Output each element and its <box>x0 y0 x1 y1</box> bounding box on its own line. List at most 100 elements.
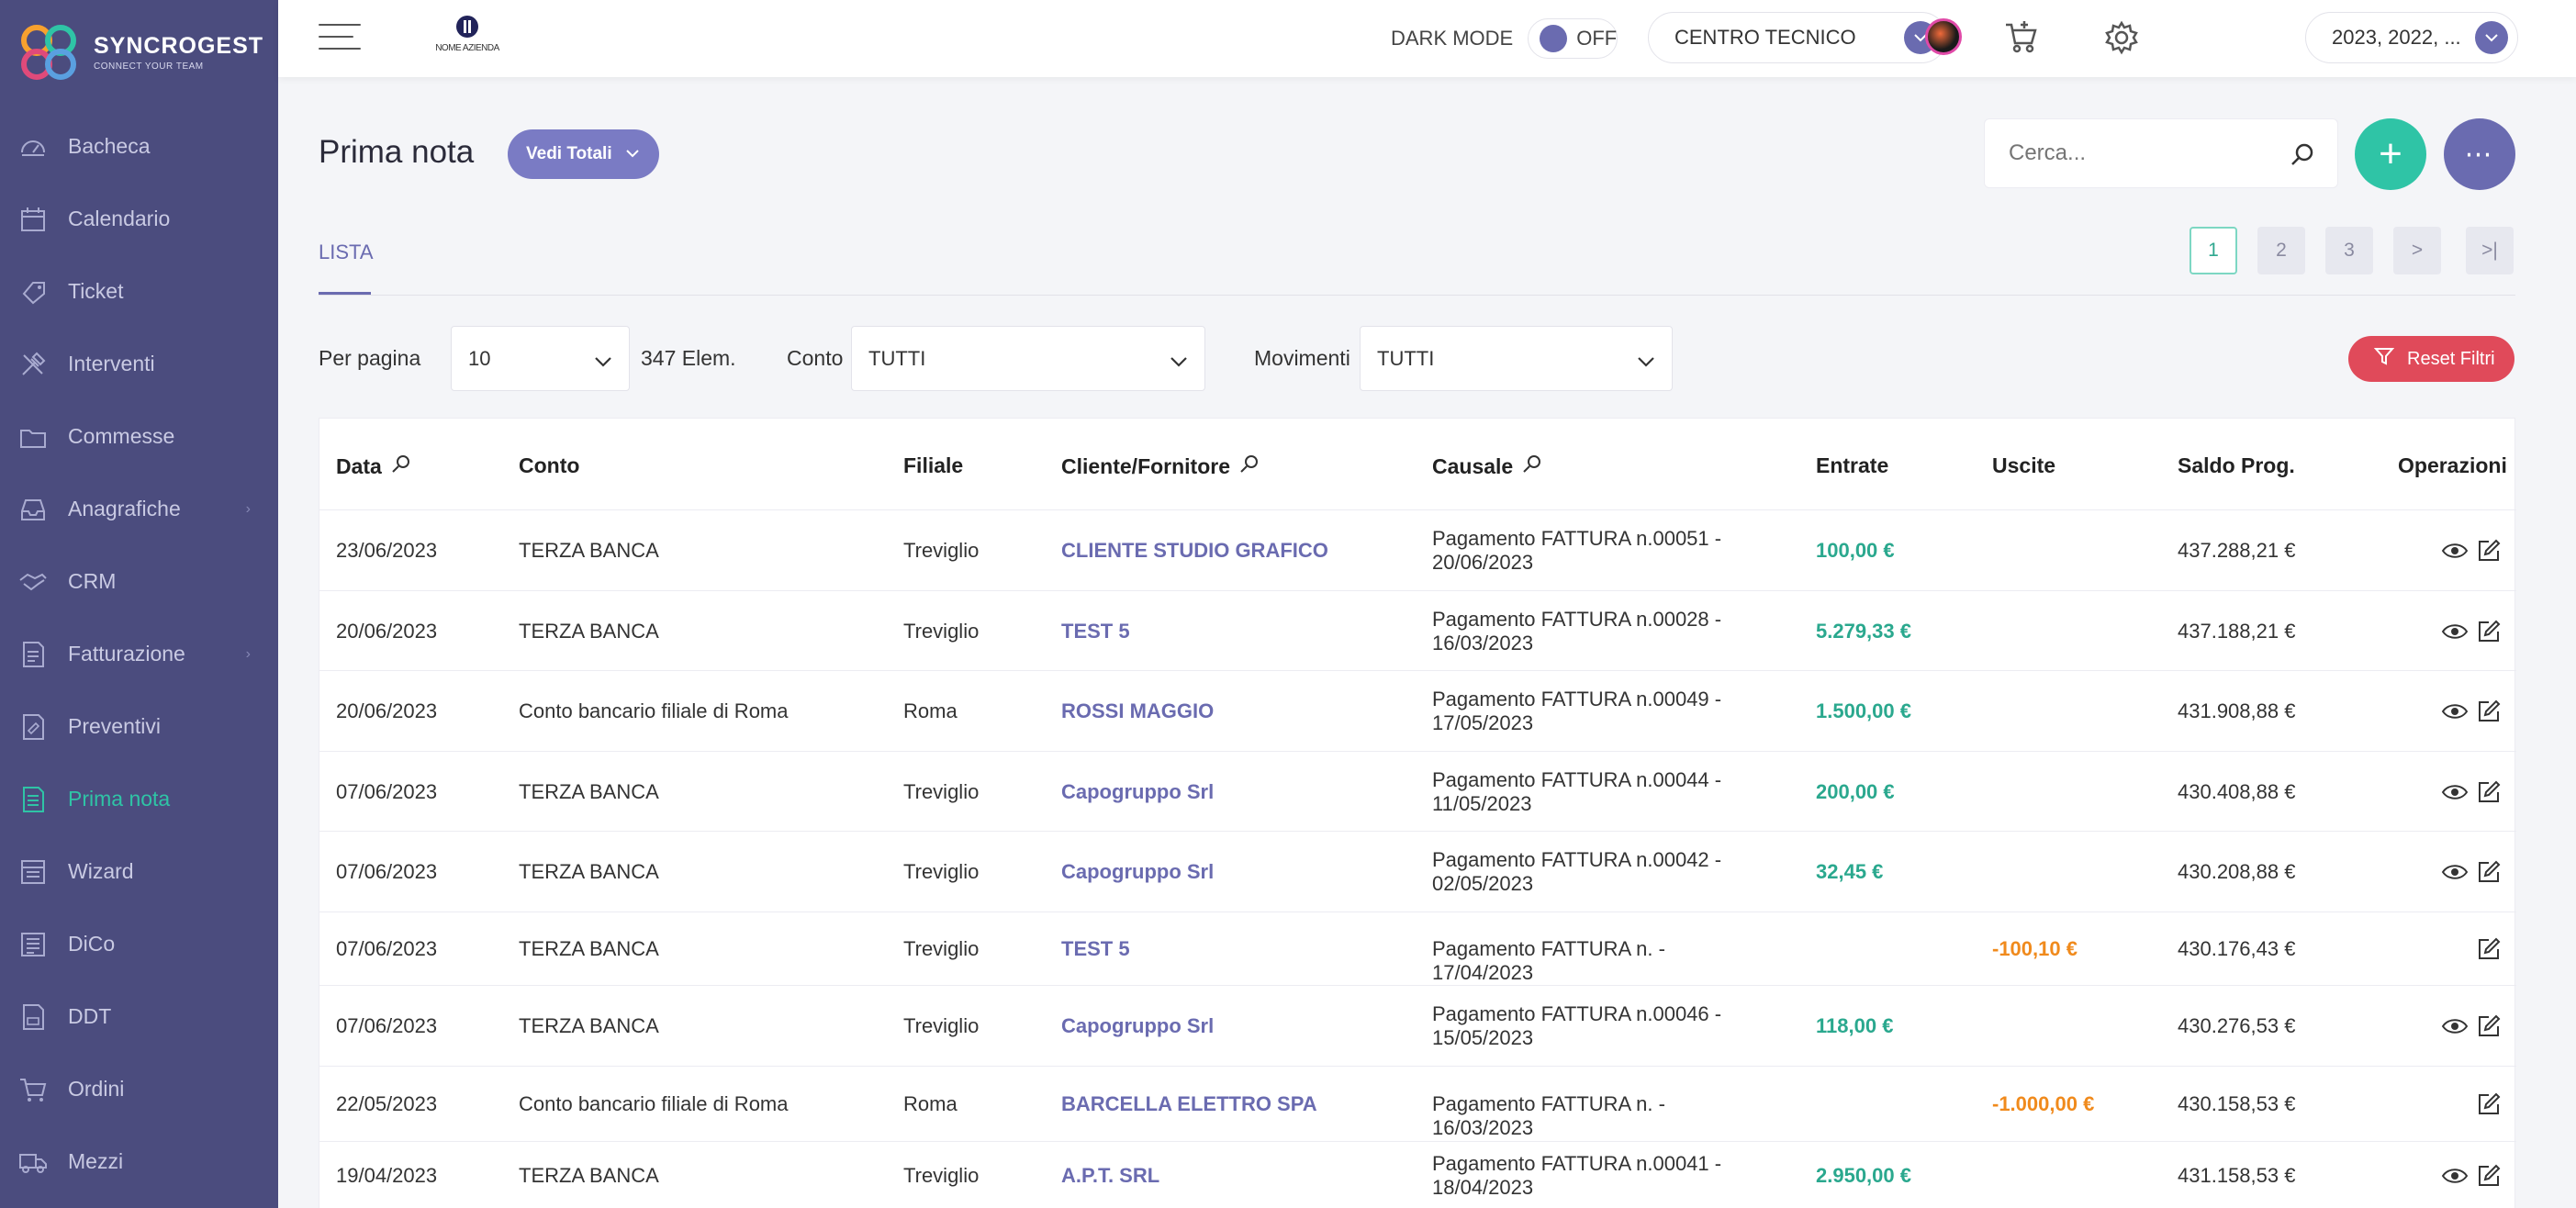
cell-causale: Pagamento FATTURA n.00051 -20/06/2023 <box>1432 527 1735 575</box>
row-operations <box>2441 699 2502 729</box>
cell-cliente-link[interactable]: ROSSI MAGGIO <box>1061 699 1214 723</box>
sidebar-item-mezzi[interactable]: Mezzi <box>0 1125 278 1198</box>
row-operations <box>2441 538 2502 568</box>
menu-toggle-icon[interactable] <box>319 24 361 53</box>
sidebar-item-ordini[interactable]: Ordini <box>0 1053 278 1125</box>
cell-saldo: 430.208,88 € <box>2178 860 2296 883</box>
edit-icon[interactable] <box>2476 936 2502 967</box>
table-row[interactable]: 07/06/2023 TERZA BANCA Treviglio TEST 5 Paga… <box>319 912 2516 985</box>
sidebar-item-preventivi[interactable]: Preventivi <box>0 690 278 763</box>
add-button[interactable]: + <box>2355 118 2426 190</box>
column-header-data[interactable]: Data <box>336 453 411 479</box>
dark-mode-toggle[interactable]: OFF <box>1528 18 1618 59</box>
chevron-down-icon <box>2475 21 2508 54</box>
edit-icon[interactable] <box>2476 1013 2502 1044</box>
brand-name: SYNCROGEST <box>94 33 264 59</box>
table-row[interactable]: 20/06/2023 Conto bancario filiale di Roma… <box>319 670 2516 751</box>
page-1-button[interactable]: 1 <box>2190 227 2237 274</box>
search-box <box>1984 118 2338 188</box>
sidebar-item-crm[interactable]: CRM <box>0 545 278 618</box>
page-3-button[interactable]: 3 <box>2325 227 2373 274</box>
center-select[interactable]: CENTRO TECNICO <box>1648 12 1947 63</box>
avatar[interactable] <box>1925 18 1962 55</box>
column-header-operazioni: Operazioni <box>2398 453 2507 477</box>
cart-icon[interactable] <box>2002 18 2041 57</box>
eye-icon[interactable] <box>2441 783 2469 806</box>
edit-icon[interactable] <box>2476 859 2502 889</box>
table-row[interactable]: 07/06/2023 TERZA BANCA Treviglio Capogruppo… <box>319 831 2516 912</box>
sidebar-item-calendario[interactable]: Calendario <box>0 183 278 255</box>
gear-icon[interactable] <box>2102 18 2141 57</box>
movimenti-select[interactable]: TUTTI <box>1360 326 1673 391</box>
cell-data: 20/06/2023 <box>336 699 438 722</box>
sidebar-item-wizard[interactable]: Wizard <box>0 835 278 908</box>
sidebar-item-interventi[interactable]: Interventi <box>0 328 278 400</box>
company-logo[interactable]: NOME AZIENDA <box>434 15 500 61</box>
cell-causale: Pagamento FATTURA n.00042 -02/05/2023 <box>1432 848 1735 896</box>
page-2-button[interactable]: 2 <box>2257 227 2305 274</box>
next-page-button[interactable]: > <box>2393 227 2441 274</box>
sidebar-item-ticket[interactable]: Ticket <box>0 255 278 328</box>
table-row[interactable]: 22/05/2023 Conto bancario filiale di Roma… <box>319 1066 2516 1141</box>
cell-filiale: Treviglio <box>903 619 980 643</box>
cell-cliente-link[interactable]: A.P.T. SRL <box>1061 1164 1159 1188</box>
edit-icon[interactable] <box>2476 619 2502 649</box>
sidebar-item-commesse[interactable]: Commesse <box>0 400 278 473</box>
table-row[interactable]: 23/06/2023 TERZA BANCA Treviglio CLIENTE ST… <box>319 509 2516 590</box>
eye-icon[interactable] <box>2441 1167 2469 1190</box>
cell-cliente-link[interactable]: Capogruppo Srl <box>1061 780 1214 804</box>
sidebar-item-dico[interactable]: DiCo <box>0 908 278 980</box>
sidebar-item-prima-nota[interactable]: Prima nota <box>0 763 278 835</box>
cell-data: 07/06/2023 <box>336 860 438 883</box>
sidebar-item-anagrafiche[interactable]: Anagrafiche › <box>0 473 278 545</box>
filter-icon <box>2373 346 2395 372</box>
edit-icon[interactable] <box>2476 1091 2502 1122</box>
eye-icon[interactable] <box>2441 1017 2469 1040</box>
more-options-button[interactable]: ⋯ <box>2444 118 2515 190</box>
sidebar-item-fatturazione[interactable]: Fatturazione › <box>0 618 278 690</box>
edit-icon[interactable] <box>2476 1163 2502 1193</box>
cell-conto: TERZA BANCA <box>519 1164 659 1187</box>
sidebar-item-ddt[interactable]: DDT <box>0 980 278 1053</box>
table-row[interactable]: 19/04/2023 TERZA BANCA Treviglio A.P.T. SRL… <box>319 1141 2516 1208</box>
cell-cliente-link[interactable]: TEST 5 <box>1061 937 1130 961</box>
cell-cliente-link[interactable]: Capogruppo Srl <box>1061 860 1214 884</box>
row-operations <box>2441 1013 2502 1044</box>
vedi-totali-button[interactable]: Vedi Totali <box>508 129 659 179</box>
table-row[interactable]: 20/06/2023 TERZA BANCA Treviglio TEST 5 Paga… <box>319 590 2516 670</box>
sidebar-item-label: Wizard <box>68 859 134 883</box>
cell-cliente-link[interactable]: Capogruppo Srl <box>1061 1014 1214 1038</box>
causale-line-2: 16/03/2023 <box>1432 631 1534 654</box>
search-icon[interactable] <box>1522 453 1542 479</box>
edit-icon[interactable] <box>2476 538 2502 568</box>
search-icon[interactable] <box>391 453 411 479</box>
search-icon[interactable] <box>2290 141 2315 172</box>
edit-icon[interactable] <box>2476 779 2502 810</box>
cell-cliente-link[interactable]: BARCELLA ELETTRO SPA <box>1061 1092 1317 1116</box>
eye-icon[interactable] <box>2441 622 2469 645</box>
tab-lista[interactable]: LISTA <box>319 240 374 264</box>
eye-icon[interactable] <box>2441 702 2469 725</box>
cell-cliente-link[interactable]: CLIENTE STUDIO GRAFICO <box>1061 539 1328 563</box>
column-header-causale[interactable]: Causale <box>1432 453 1542 479</box>
search-icon[interactable] <box>1239 453 1260 479</box>
sidebar-item-bacheca[interactable]: Bacheca <box>0 110 278 183</box>
cell-data: 07/06/2023 <box>336 937 438 960</box>
edit-icon[interactable] <box>2476 699 2502 729</box>
causale-line-2: 18/04/2023 <box>1432 1176 1534 1199</box>
conto-select[interactable]: TUTTI <box>851 326 1205 391</box>
cell-cliente-link[interactable]: TEST 5 <box>1061 620 1130 643</box>
reset-filters-button[interactable]: Reset Filtri <box>2348 336 2514 382</box>
table-row[interactable]: 07/06/2023 TERZA BANCA Treviglio Capogruppo… <box>319 751 2516 831</box>
wizard-icon <box>18 857 48 887</box>
table-row[interactable]: 07/06/2023 TERZA BANCA Treviglio Capogruppo… <box>319 985 2516 1066</box>
row-operations <box>2441 779 2502 810</box>
per-page-select[interactable]: 10 <box>451 326 630 391</box>
eye-icon[interactable] <box>2441 542 2469 565</box>
years-select[interactable]: 2023, 2022, ... <box>2305 12 2518 63</box>
column-header-cliente[interactable]: Cliente/Fornitore <box>1061 453 1260 479</box>
search-input[interactable] <box>2009 140 2266 166</box>
last-page-button[interactable]: >| <box>2466 227 2514 274</box>
eye-icon[interactable] <box>2441 863 2469 886</box>
brand[interactable]: SYNCROGEST CONNECT YOUR TEAM <box>17 20 263 84</box>
